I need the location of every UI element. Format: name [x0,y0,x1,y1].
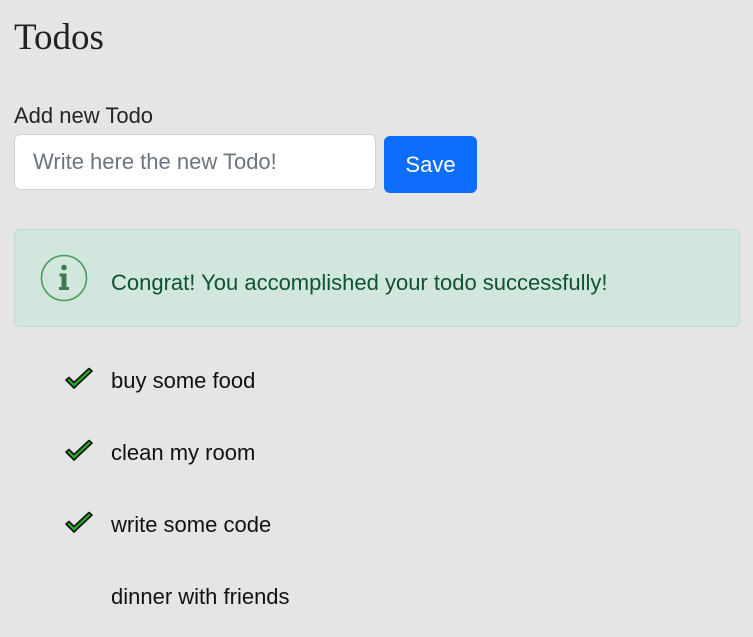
checkmark-icon [65,439,93,461]
checkmark-icon [65,511,93,533]
todo-label: dinner with friends [111,584,290,609]
alert-message: Congrat! You accomplished your todo succ… [111,270,608,295]
new-todo-input[interactable] [14,134,376,190]
save-button[interactable]: Save [384,136,477,193]
todo-item[interactable]: dinner with friends [64,582,664,612]
todo-item[interactable]: write some code [64,510,664,540]
add-todo-label: Add new Todo [14,103,154,128]
todo-label: write some code [111,512,272,537]
checkmark-icon [65,367,93,389]
info-icon [40,254,88,302]
todo-label: clean my room [111,440,256,465]
todo-item[interactable]: buy some food [64,366,664,396]
success-alert: Congrat! You accomplished your todo succ… [14,229,740,327]
todo-label: buy some food [111,368,256,393]
todo-item[interactable]: clean my room [64,438,664,468]
page-title: Todos [14,17,104,58]
